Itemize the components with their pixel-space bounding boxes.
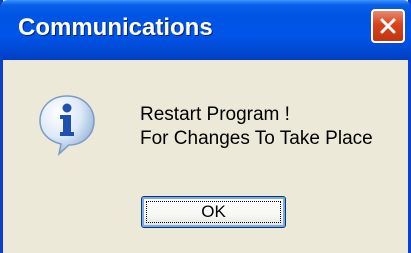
dialog-window: Communications Restart Program ! For Cha… — [0, 0, 411, 253]
message-line-1: Restart Program ! — [140, 104, 290, 125]
message-line-2: For Changes To Take Place — [140, 128, 373, 149]
close-button[interactable] — [371, 9, 405, 43]
ok-button-label: OK — [201, 202, 226, 221]
info-icon — [39, 95, 95, 156]
close-icon — [380, 18, 396, 34]
dialog-title: Communications — [18, 14, 213, 41]
dialog-body: Restart Program ! For Changes To Take Pl… — [3, 60, 408, 253]
title-bar[interactable]: Communications — [0, 0, 411, 60]
ok-button[interactable]: OK — [141, 196, 286, 228]
